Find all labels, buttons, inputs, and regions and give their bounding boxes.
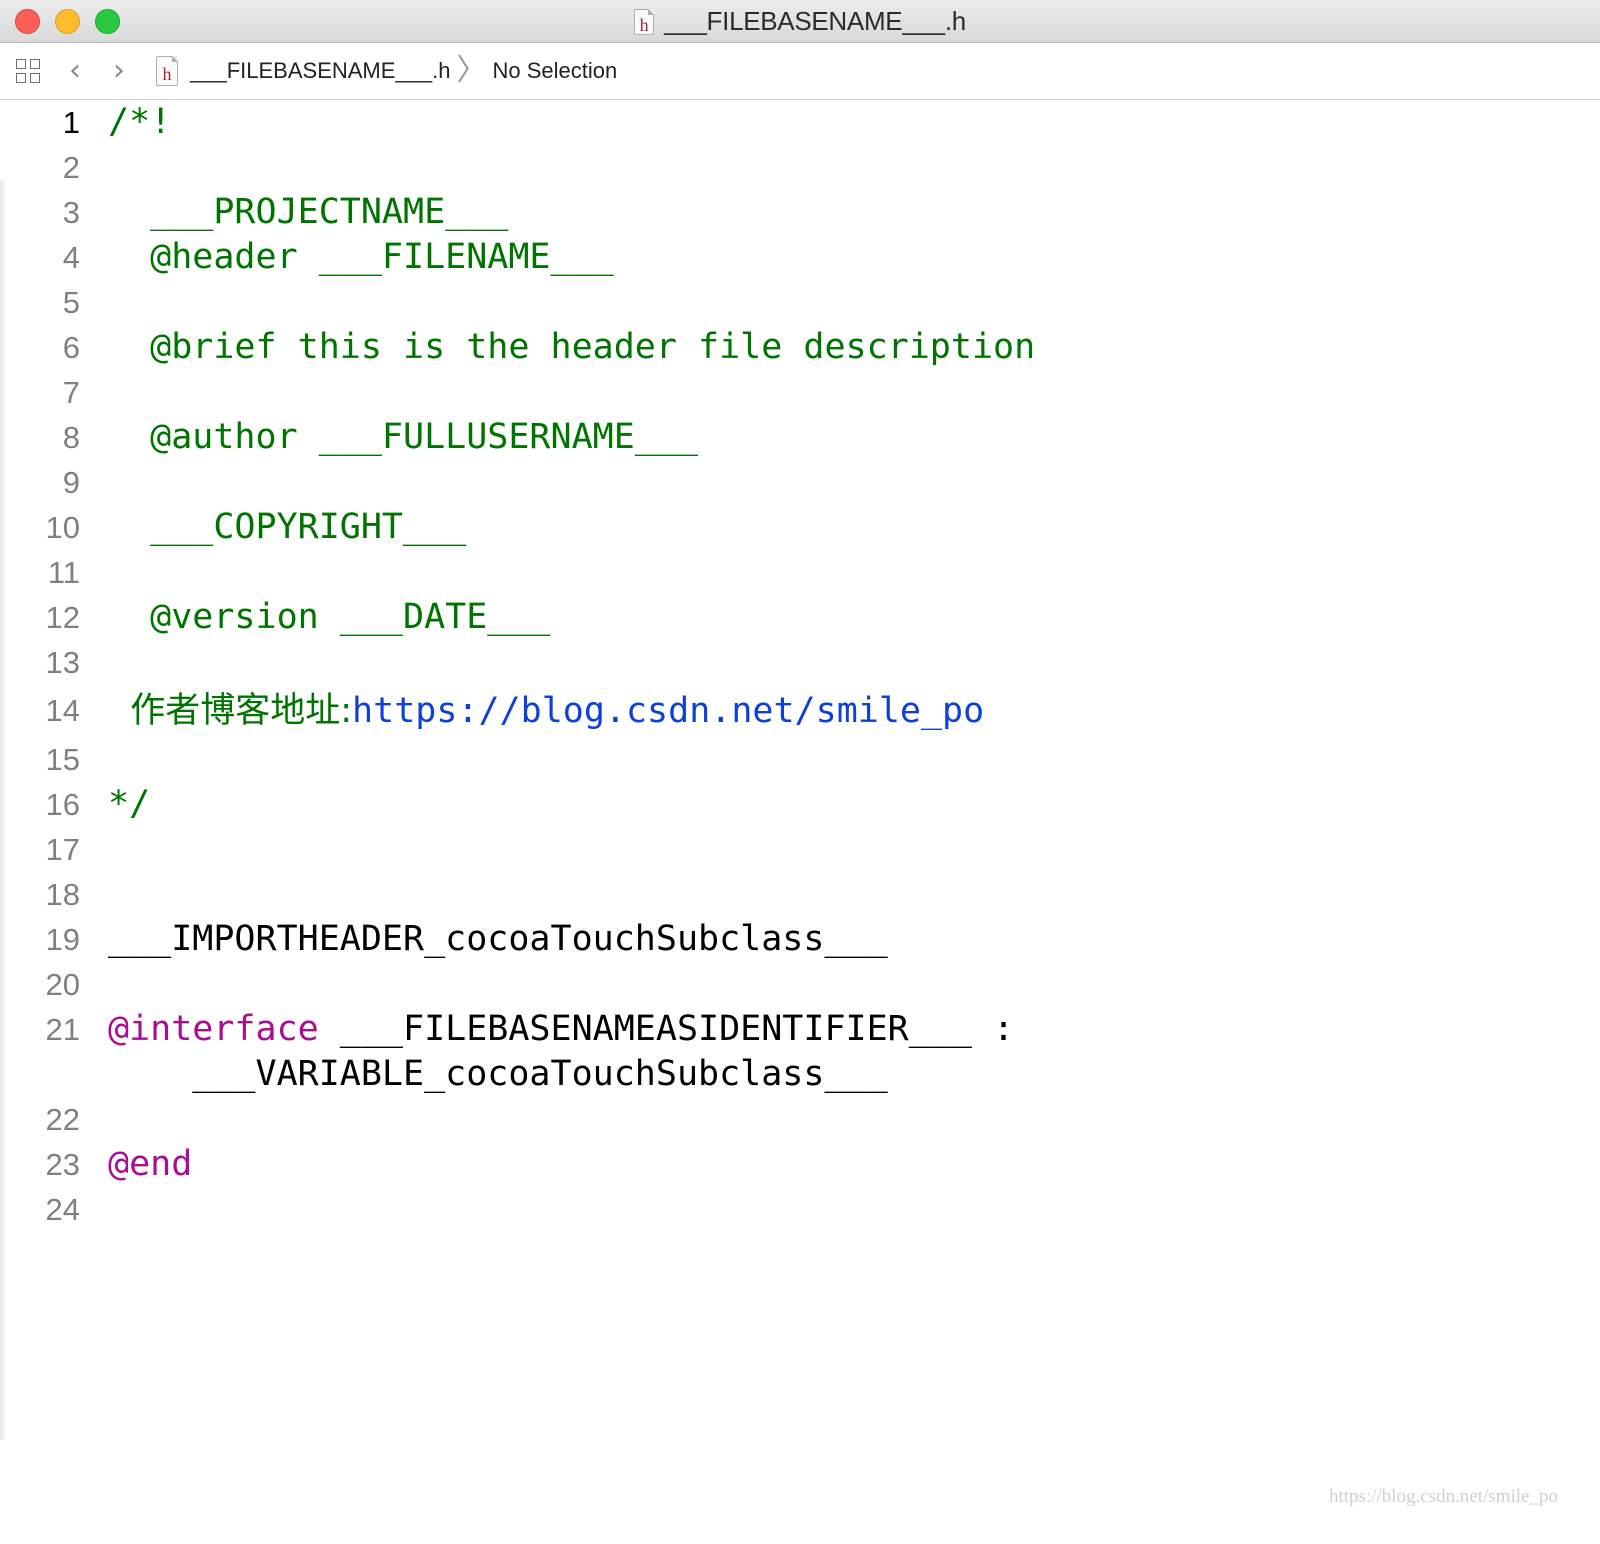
line-number: 12 <box>45 600 80 635</box>
line-number: 20 <box>45 967 80 1002</box>
code-line: 1 /*! <box>0 100 1600 145</box>
code-line: 19 ___IMPORTHEADER_cocoaTouchSubclass___ <box>0 917 1600 962</box>
line-number: 16 <box>45 787 80 822</box>
line-number: 5 <box>62 285 80 320</box>
blog-url-link[interactable]: https://blog.csdn.net/smile_po <box>352 691 984 731</box>
code-line: 20 <box>0 962 1600 1007</box>
code-line: 17 <box>0 827 1600 872</box>
code-line: 5 <box>0 280 1600 325</box>
code-line: 2 <box>0 145 1600 190</box>
line-text: ___PROJECTNAME___ <box>108 192 509 232</box>
code-line: 6 @brief this is the header file descrip… <box>0 325 1600 370</box>
breadcrumb: h ___FILEBASENAME___.h 〉 No Selection <box>156 55 617 87</box>
line-number: 22 <box>45 1102 80 1137</box>
line-text: @header ___FILENAME___ <box>108 237 614 277</box>
line-text: ___COPYRIGHT___ <box>108 507 467 547</box>
line-number: 21 <box>45 1012 80 1047</box>
code-line: 23 @end <box>0 1142 1600 1187</box>
code-line: 13 <box>0 640 1600 685</box>
breadcrumb-separator-icon: 〉 <box>456 53 487 88</box>
window-title-group: h ___FILEBASENAME___.h <box>0 0 1600 43</box>
navigate-forward-button[interactable]: › <box>106 56 132 86</box>
code-line: 12 @version ___DATE___ <box>0 595 1600 640</box>
code-line: 14 作者博客地址:https://blog.csdn.net/smile_po <box>0 685 1600 737</box>
code-line: 7 <box>0 370 1600 415</box>
jump-bar: ‹ › h ___FILEBASENAME___.h 〉 No Selectio… <box>0 43 1600 100</box>
line-number: 14 <box>45 693 80 728</box>
author-blog-label: 作者博客地址: <box>108 691 353 731</box>
line-number: 23 <box>45 1147 80 1182</box>
end-keyword: @end <box>108 1144 193 1184</box>
code-line: 8 @author ___FULLUSERNAME___ <box>0 415 1600 460</box>
source-editor[interactable]: 1 /*! 2 3 ___PROJECTNAME___ 4 @header __… <box>0 100 1600 1544</box>
line-number: 13 <box>45 645 80 680</box>
line-number: 3 <box>62 195 80 230</box>
window-titlebar: h ___FILEBASENAME___.h <box>0 0 1600 43</box>
line-number: 17 <box>45 832 80 867</box>
line-number: 24 <box>45 1192 80 1227</box>
code-line: 21 @interface ___FILEBASENAMEASIDENTIFIE… <box>0 1007 1600 1097</box>
line-number: 9 <box>62 465 80 500</box>
line-number: 19 <box>45 922 80 957</box>
related-items-grid-icon[interactable] <box>16 59 42 85</box>
code-line: 22 <box>0 1097 1600 1142</box>
code-line: 11 <box>0 550 1600 595</box>
line-number: 18 <box>45 877 80 912</box>
code-line: 18 <box>0 872 1600 917</box>
line-text: @version ___DATE___ <box>108 597 551 637</box>
breadcrumb-file-icon: h <box>156 56 178 86</box>
line-number: 6 <box>62 330 80 365</box>
code-area[interactable]: 1 /*! 2 3 ___PROJECTNAME___ 4 @header __… <box>0 100 1600 1232</box>
window-title: ___FILEBASENAME___.h <box>664 6 966 36</box>
line-number: 2 <box>62 150 80 185</box>
breadcrumb-selection[interactable]: No Selection <box>492 58 617 84</box>
line-text: @interface ___FILEBASENAMEASIDENTIFIER__… <box>108 1007 1014 1097</box>
interface-keyword: @interface <box>108 1009 319 1049</box>
line-text: @author ___FULLUSERNAME___ <box>108 417 699 457</box>
code-line: 4 @header ___FILENAME___ <box>0 235 1600 280</box>
line-text: @brief this is the header file descripti… <box>108 327 1036 367</box>
line-text: /*! <box>108 102 172 142</box>
line-text: 作者博客地址:https://blog.csdn.net/smile_po <box>108 685 984 737</box>
line-number: 7 <box>62 375 80 410</box>
code-line: 3 ___PROJECTNAME___ <box>0 190 1600 235</box>
line-number: 15 <box>45 742 80 777</box>
line-number: 11 <box>47 555 80 590</box>
watermark: https://blog.csdn.net/smile_po <box>1328 1486 1558 1507</box>
line-number: 4 <box>62 240 80 275</box>
line-text: ___IMPORTHEADER_cocoaTouchSubclass___ <box>108 919 888 959</box>
code-line: 16 */ <box>0 782 1600 827</box>
line-text: */ <box>108 784 151 824</box>
code-line: 15 <box>0 737 1600 782</box>
breadcrumb-file[interactable]: ___FILEBASENAME___.h <box>190 58 450 84</box>
line-number: 8 <box>62 420 80 455</box>
interface-declaration: ___FILEBASENAMEASIDENTIFIER___ : <box>318 1009 1015 1049</box>
line-number: 1 <box>62 105 80 140</box>
line-number: 10 <box>45 510 80 545</box>
header-file-icon: h <box>634 8 655 35</box>
code-line: 9 <box>0 460 1600 505</box>
navigate-back-button[interactable]: ‹ <box>62 56 88 86</box>
code-line: 24 <box>0 1187 1600 1232</box>
interface-continuation: ___VARIABLE_cocoaTouchSubclass___ <box>108 1054 888 1094</box>
code-line: 10 ___COPYRIGHT___ <box>0 505 1600 550</box>
